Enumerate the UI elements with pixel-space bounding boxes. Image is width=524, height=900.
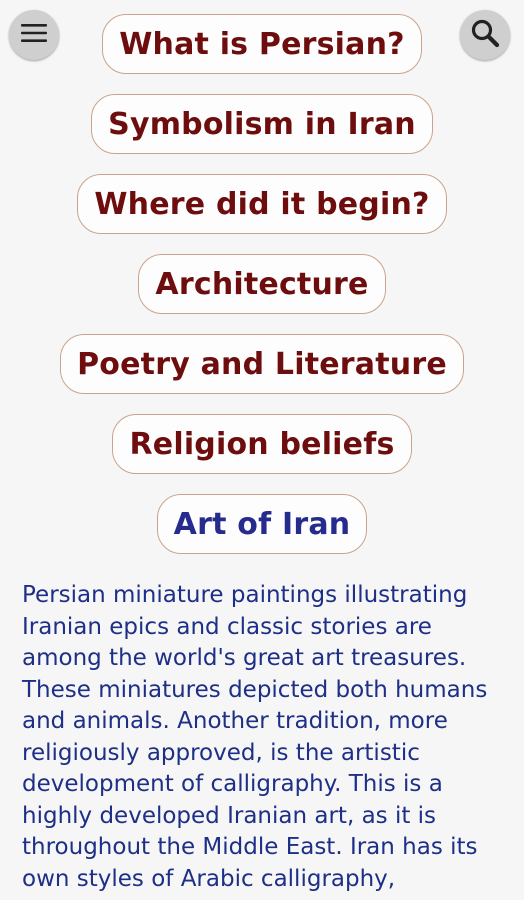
topic-art-of-iran[interactable]: Art of Iran — [156, 494, 368, 554]
topic-poetry-and-literature[interactable]: Poetry and Literature — [60, 334, 464, 394]
topic-what-is-persian[interactable]: What is Persian? — [102, 14, 422, 74]
topic-religion-beliefs[interactable]: Religion beliefs — [112, 414, 412, 474]
topic-architecture[interactable]: Architecture — [138, 254, 386, 314]
article-text: Persian miniature paintings illustrating… — [22, 582, 488, 892]
topic-where-did-it-begin[interactable]: Where did it begin? — [77, 174, 447, 234]
topic-symbolism-in-iran[interactable]: Symbolism in Iran — [91, 94, 433, 154]
topic-list: What is Persian? Symbolism in Iran Where… — [0, 14, 524, 574]
app-screen: What is Persian? Symbolism in Iran Where… — [0, 0, 524, 900]
